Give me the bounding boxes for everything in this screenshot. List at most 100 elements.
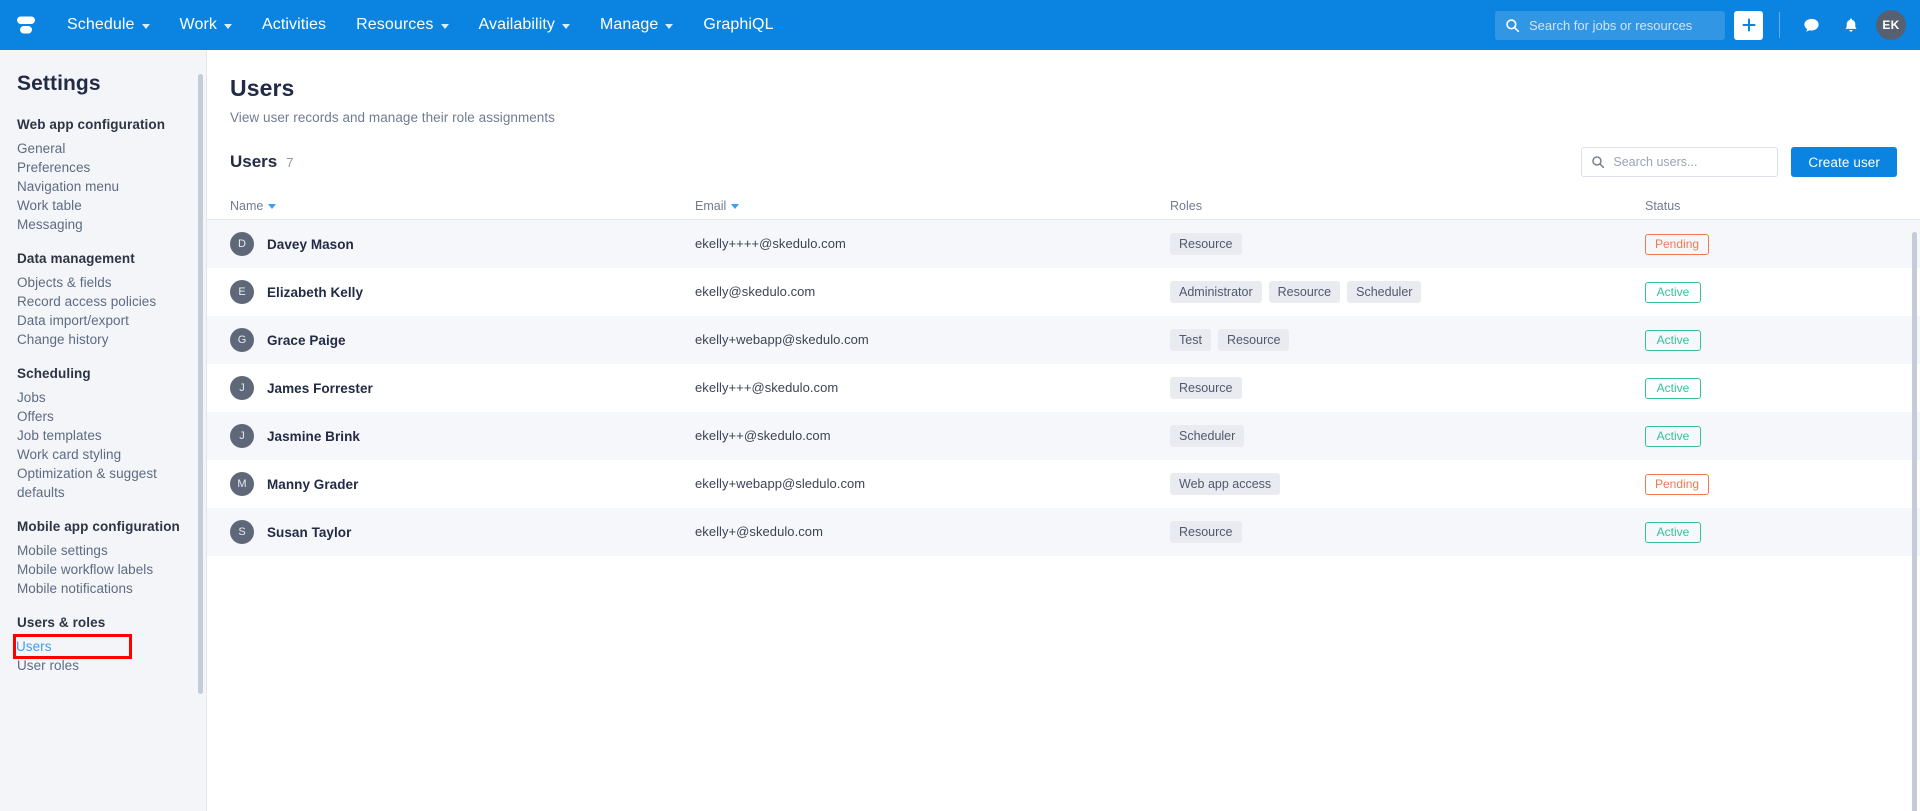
user-email: ekelly+@skedulo.com <box>695 524 823 539</box>
table-header-row: Name Email Roles Status <box>207 193 1920 220</box>
global-search-input[interactable]: Search for jobs or resources <box>1495 10 1725 40</box>
column-header-name[interactable]: Name <box>230 199 695 213</box>
search-users-placeholder: Search users... <box>1613 155 1698 169</box>
nav-item-activities[interactable]: Activities <box>247 0 341 50</box>
nav-item-work[interactable]: Work <box>165 0 247 50</box>
cell-name: D Davey Mason <box>230 232 695 256</box>
create-user-button[interactable]: Create user <box>1791 147 1897 177</box>
cell-roles: Administrator Resource Scheduler <box>1170 281 1645 303</box>
sidebar-item-navigation-menu[interactable]: Navigation menu <box>17 177 196 196</box>
sidebar-group-title: Users & roles <box>17 615 106 630</box>
role-badge: Web app access <box>1170 473 1281 495</box>
sidebar-item-mobile-workflow-labels[interactable]: Mobile workflow labels <box>17 560 196 579</box>
table-row[interactable]: M Manny Grader ekelly+webapp@sledulo.com We… <box>207 460 1920 508</box>
bell-icon <box>1845 17 1857 32</box>
nav-divider <box>1779 12 1780 38</box>
sidebar-item-job-templates[interactable]: Job templates <box>17 426 196 445</box>
column-label: Status <box>1645 199 1681 213</box>
sidebar-item-user-roles[interactable]: User roles <box>17 656 196 675</box>
cell-email: ekelly++++@skedulo.com <box>695 235 1170 253</box>
users-table: Name Email Roles Status D Davey Mason ek… <box>207 193 1920 556</box>
avatar: G <box>230 328 254 352</box>
role-badge: Resource <box>1170 521 1242 543</box>
avatar: S <box>230 520 254 544</box>
skedulo-logo-icon[interactable] <box>0 0 52 50</box>
table-row[interactable]: S Susan Taylor ekelly+@skedulo.com Resource… <box>207 508 1920 556</box>
table-row[interactable]: G Grace Paige ekelly+webapp@skedulo.com Tes… <box>207 316 1920 364</box>
sidebar-group-title: Data management <box>17 251 135 266</box>
sidebar-item-change-history[interactable]: Change history <box>17 330 196 349</box>
nav-item-resources[interactable]: Resources <box>341 0 463 50</box>
sort-chevron-down-icon <box>268 204 277 209</box>
sidebar-item-mobile-notifications[interactable]: Mobile notifications <box>17 579 196 598</box>
user-name: James Forrester <box>267 380 373 396</box>
nav-item-manage[interactable]: Manage <box>585 0 688 50</box>
sidebar-item-record-access-policies[interactable]: Record access policies <box>17 292 196 311</box>
sidebar-item-work-table[interactable]: Work table <box>17 196 196 215</box>
section-title: Users <box>230 152 278 171</box>
sidebar-scrollbar[interactable] <box>198 74 203 694</box>
column-label: Roles <box>1170 199 1202 213</box>
role-badge: Administrator <box>1170 281 1262 303</box>
table-row[interactable]: J James Forrester ekelly+++@skedulo.com Res… <box>207 364 1920 412</box>
nav-item-graphiql[interactable]: GraphiQL <box>688 0 788 50</box>
top-nav-right-cluster: Search for jobs or resources EK <box>1495 0 1906 50</box>
nav-item-schedule[interactable]: Schedule <box>52 0 165 50</box>
cell-name: S Susan Taylor <box>230 520 695 544</box>
sidebar-item-general[interactable]: General <box>17 139 196 158</box>
messages-button[interactable] <box>1796 10 1826 40</box>
table-row[interactable]: D Davey Mason ekelly++++@skedulo.com Resour… <box>207 220 1920 268</box>
cell-roles: Web app access <box>1170 473 1645 495</box>
user-avatar[interactable]: EK <box>1876 10 1906 40</box>
users-count-group: Users 7 <box>230 152 294 172</box>
cell-name: M Manny Grader <box>230 472 695 496</box>
table-row[interactable]: J Jasmine Brink ekelly++@skedulo.com Schedu… <box>207 412 1920 460</box>
nav-item-availability[interactable]: Availability <box>464 0 586 50</box>
cell-roles: Resource <box>1170 377 1645 399</box>
column-label: Name <box>230 199 264 213</box>
user-name: Susan Taylor <box>267 524 352 540</box>
search-users-input[interactable]: Search users... <box>1581 147 1779 177</box>
nav-label: GraphiQL <box>703 16 774 33</box>
column-header-email[interactable]: Email <box>695 199 1170 213</box>
sidebar-group-mobile-app-configuration: Mobile app configuration Mobile settings… <box>17 519 196 598</box>
cell-status: Pending <box>1645 473 1920 495</box>
sidebar-item-jobs[interactable]: Jobs <box>17 388 196 407</box>
role-badge: Resource <box>1170 377 1242 399</box>
main-scrollbar[interactable] <box>1912 232 1917 811</box>
users-toolbar: Users 7 Search users... Create user <box>207 125 1920 177</box>
avatar: J <box>230 424 254 448</box>
nav-label: Resources <box>356 16 434 33</box>
nav-label: Activities <box>261 16 327 33</box>
status-badge: Active <box>1645 329 1701 351</box>
create-new-button[interactable] <box>1734 10 1763 40</box>
cell-roles: Resource <box>1170 233 1645 255</box>
notifications-button[interactable] <box>1836 10 1866 40</box>
cell-name: J Jasmine Brink <box>230 424 695 448</box>
sidebar-item-offers[interactable]: Offers <box>17 407 196 426</box>
cell-email: ekelly+@skedulo.com <box>695 523 1170 541</box>
users-count: 7 <box>286 155 294 170</box>
status-badge: Active <box>1645 377 1701 399</box>
role-badge: Resource <box>1268 281 1341 303</box>
sidebar-group-users-roles: Users & roles Users User roles <box>13 615 196 675</box>
role-badge-list: Web app access <box>1170 473 1645 495</box>
cell-roles: Scheduler <box>1170 425 1645 447</box>
sidebar-item-messaging[interactable]: Messaging <box>17 215 196 234</box>
sidebar-item-optimization-suggest-defaults[interactable]: Optimization & suggest defaults <box>17 464 196 502</box>
status-badge: Pending <box>1645 473 1710 495</box>
sidebar-item-objects-fields[interactable]: Objects & fields <box>17 273 196 292</box>
status-badge: Active <box>1645 425 1701 447</box>
sidebar-item-work-card-styling[interactable]: Work card styling <box>17 445 196 464</box>
role-badge: Scheduler <box>1347 281 1422 303</box>
nav-label: Work <box>179 16 217 33</box>
role-badge-list: Administrator Resource Scheduler <box>1170 281 1645 303</box>
sidebar-item-mobile-settings[interactable]: Mobile settings <box>17 541 196 560</box>
sidebar-item-preferences[interactable]: Preferences <box>17 158 196 177</box>
user-name: Manny Grader <box>267 476 359 492</box>
table-row[interactable]: E Elizabeth Kelly ekelly@skedulo.com Admini… <box>207 268 1920 316</box>
sidebar-group-web-app-configuration: Web app configuration General Preference… <box>17 117 196 234</box>
sidebar-item-users[interactable]: Users <box>13 634 132 659</box>
sidebar-item-data-import-export[interactable]: Data import/export <box>17 311 196 330</box>
cell-name: E Elizabeth Kelly <box>230 280 695 304</box>
